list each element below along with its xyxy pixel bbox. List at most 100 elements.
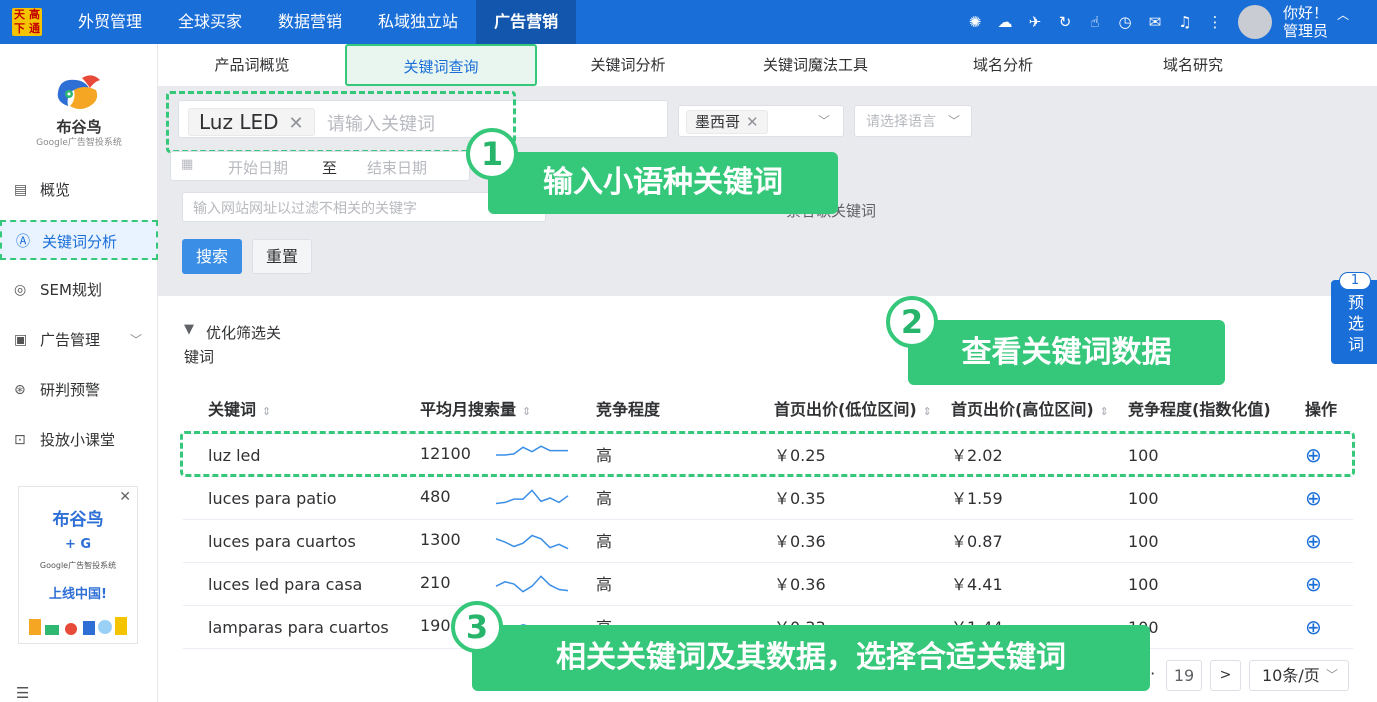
- pager-last-page[interactable]: 19: [1166, 660, 1202, 691]
- cell-volume: 210: [420, 573, 451, 592]
- promo-tagline: 上线中国!: [49, 587, 107, 602]
- sidebar-item-overview[interactable]: ▤ 概览: [0, 170, 158, 210]
- country-tag[interactable]: 墨西哥 ✕: [686, 110, 768, 134]
- nav-data-marketing[interactable]: 数据营销: [260, 0, 360, 44]
- brand-name: 布谷鸟: [56, 118, 102, 136]
- nav-ad-marketing[interactable]: 广告营销: [476, 0, 577, 44]
- promo-illustration: [29, 617, 127, 635]
- sidebar-item-ad-management[interactable]: ▣ 广告管理 ﹀: [0, 320, 158, 360]
- bird-icon[interactable]: ✈: [1020, 13, 1050, 31]
- close-icon[interactable]: ✕: [746, 113, 759, 131]
- add-keyword-icon[interactable]: ⊕: [1305, 477, 1322, 520]
- chevron-down-icon: ﹀: [1325, 668, 1338, 682]
- search-button[interactable]: 搜索: [182, 239, 242, 274]
- hand-icon[interactable]: ☝: [1080, 13, 1110, 31]
- sort-icon[interactable]: ⇕: [522, 405, 531, 418]
- user-role: 管理员: [1283, 22, 1329, 40]
- sidebar-item-label: 广告管理: [40, 331, 101, 349]
- add-keyword-icon[interactable]: ⊕: [1305, 520, 1322, 563]
- sort-icon[interactable]: ⇕: [923, 405, 932, 418]
- tab-domain-research[interactable]: 域名研究: [1123, 44, 1263, 86]
- sidebar-item-label: 关键词分析: [42, 233, 118, 251]
- chevron-down-icon[interactable]: ︿: [1337, 6, 1349, 23]
- keyword-icon: Ⓐ: [16, 234, 30, 250]
- nav-private-site[interactable]: 私域独立站: [360, 0, 476, 44]
- column-header-label: 平均月搜索量: [420, 400, 517, 419]
- column-header-label: 操作: [1305, 400, 1338, 419]
- column-header-high-bid[interactable]: 首页出价(高位区间) ⇕: [951, 386, 1109, 434]
- pager-next-button[interactable]: >: [1210, 660, 1241, 691]
- more-icon[interactable]: ⋮: [1200, 13, 1230, 31]
- sidebar-item-label: SEM规划: [40, 281, 102, 299]
- cell-competition: 高: [596, 489, 613, 508]
- add-keyword-icon[interactable]: ⊕: [1305, 606, 1322, 649]
- sidebar-item-label: 研判预警: [40, 381, 101, 399]
- brand-subtitle: Google广告智投系统: [36, 138, 122, 148]
- sort-icon[interactable]: ⇕: [262, 405, 271, 418]
- language-placeholder: 请选择语言: [866, 114, 936, 130]
- column-header-label: 关键词: [208, 400, 257, 419]
- bell-icon[interactable]: ♫: [1170, 13, 1200, 31]
- highlight-keyword-box: [166, 91, 516, 153]
- user-info[interactable]: 你好！ 管理员: [1283, 4, 1328, 40]
- avatar[interactable]: [1238, 5, 1272, 39]
- cell-low-bid: ￥0.35: [774, 489, 826, 508]
- reset-button[interactable]: 重置: [252, 239, 312, 274]
- cloud-icon[interactable]: ☁: [990, 13, 1020, 31]
- table-row[interactable]: luces para patio 480 高 ￥0.35 ￥1.59 100 ⊕: [183, 477, 1353, 520]
- clock-icon[interactable]: ◷: [1110, 13, 1140, 31]
- cell-index: 100: [1128, 575, 1159, 594]
- sub-tabs: 产品词概览 关键词查询 关键词分析 关键词魔法工具 域名分析 域名研究: [158, 44, 1377, 86]
- filter-icon[interactable]: ▼: [184, 322, 194, 337]
- column-header-keyword[interactable]: 关键词 ⇕: [208, 386, 271, 434]
- sidebar-item-label: 投放小课堂: [40, 431, 116, 449]
- sort-icon[interactable]: ⇕: [1100, 405, 1109, 418]
- preselect-label[interactable]: 预选词: [1347, 292, 1365, 355]
- add-keyword-icon[interactable]: ⊕: [1305, 563, 1322, 606]
- cell-competition: 高: [596, 575, 613, 594]
- logo-char: 天: [14, 8, 25, 21]
- table-row[interactable]: luces para cuartos 1300 高 ￥0.36 ￥0.87 100 ⊕: [183, 520, 1353, 563]
- chevron-down-icon[interactable]: ﹀: [948, 112, 960, 129]
- cell-competition: 高: [596, 532, 613, 551]
- column-header-index: 竞争程度(指数化值): [1128, 386, 1271, 434]
- date-start[interactable]: 开始日期: [228, 157, 288, 178]
- cell-keyword: luces para cuartos: [208, 532, 356, 551]
- trend-sparkline: [495, 575, 569, 593]
- url-placeholder: 输入网站网址以过滤不相关的关键字: [193, 201, 417, 217]
- promo-card[interactable]: ✕ 布谷鸟 + G Google广告智投系统 上线中国!: [18, 486, 138, 644]
- nav-global-buyers[interactable]: 全球买家: [160, 0, 260, 44]
- column-header-volume[interactable]: 平均月搜索量 ⇕: [420, 386, 531, 434]
- filter-label[interactable]: 优化筛选关: [206, 322, 281, 343]
- refresh-icon[interactable]: ↻: [1050, 13, 1080, 31]
- collapse-menu-icon[interactable]: ☰: [16, 684, 29, 702]
- sidebar-item-class[interactable]: ⊡ 投放小课堂: [0, 420, 158, 460]
- top-bar: 天 高 下 通 外贸管理 全球买家 数据营销 私域独立站 广告营销 ✺ ☁ ✈ …: [0, 0, 1377, 44]
- nav-foreign-trade[interactable]: 外贸管理: [60, 0, 160, 44]
- table-row[interactable]: luces led para casa 210 高 ￥0.36 ￥4.41 100 ⊕: [183, 563, 1353, 606]
- tab-keyword-query[interactable]: 关键词查询: [345, 44, 537, 86]
- date-end[interactable]: 结束日期: [367, 157, 427, 178]
- cell-index: 100: [1128, 532, 1159, 551]
- tab-product-overview[interactable]: 产品词概览: [182, 44, 322, 86]
- filter-label-cont[interactable]: 键词: [184, 346, 214, 367]
- highlight-first-row: [180, 431, 1355, 477]
- chat-icon[interactable]: ✉: [1140, 13, 1170, 31]
- app-logo[interactable]: 天 高 下 通: [12, 8, 42, 36]
- openai-icon[interactable]: ✺: [960, 13, 990, 31]
- column-header-low-bid[interactable]: 首页出价(低位区间) ⇕: [774, 386, 932, 434]
- tab-domain-analysis[interactable]: 域名分析: [933, 44, 1073, 86]
- chevron-down-icon[interactable]: ﹀: [818, 112, 830, 129]
- cell-high-bid: ￥0.87: [951, 532, 1003, 551]
- sidebar-item-alert[interactable]: ⊛ 研判预警: [0, 370, 158, 410]
- page-size-select[interactable]: 10条/页 ﹀: [1249, 660, 1349, 691]
- close-icon[interactable]: ✕: [119, 489, 131, 505]
- sidebar-item-keyword-analysis[interactable]: Ⓐ 关键词分析: [0, 220, 158, 260]
- tab-keyword-analysis[interactable]: 关键词分析: [558, 44, 698, 86]
- tab-keyword-magic[interactable]: 关键词魔法工具: [738, 44, 893, 86]
- alert-icon: ⊛: [14, 382, 26, 398]
- trend-line: [495, 575, 569, 593]
- sidebar-item-sem[interactable]: ◎ SEM规划: [0, 270, 158, 310]
- column-header-label: 竞争程度(指数化值): [1128, 400, 1271, 419]
- trend-line: [495, 534, 569, 550]
